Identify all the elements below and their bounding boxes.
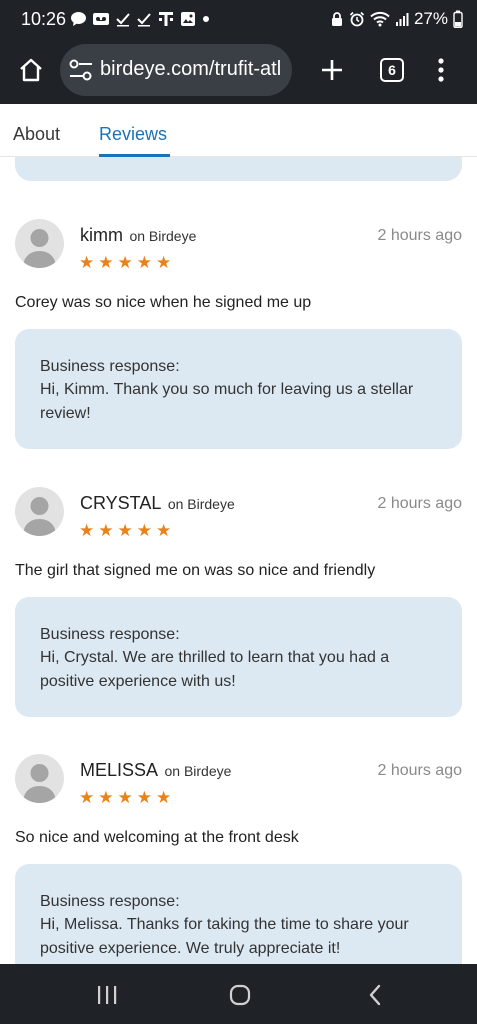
review-source: on Birdeye xyxy=(164,763,232,779)
t-mobile-icon xyxy=(157,10,175,28)
signal-icon xyxy=(395,11,409,27)
review-time: 2 hours ago xyxy=(377,227,462,244)
avatar xyxy=(15,219,64,268)
image-icon xyxy=(180,11,196,27)
back-button[interactable] xyxy=(360,980,390,1010)
new-tab-button[interactable] xyxy=(316,54,348,86)
home-circle-icon xyxy=(229,984,251,1006)
chat-bubble-icon xyxy=(70,11,87,27)
star-icon: ★ xyxy=(98,788,114,807)
check-icon xyxy=(115,11,131,27)
response-text: Hi, Melissa. Thanks for taking the time … xyxy=(40,916,409,957)
check-icon xyxy=(136,11,152,27)
url-text[interactable]: birdeye.com/trufit-atl xyxy=(100,58,281,81)
back-icon xyxy=(369,984,381,1006)
lock-icon xyxy=(330,11,344,27)
review-time: 2 hours ago xyxy=(377,762,462,779)
alarm-icon xyxy=(349,11,365,27)
star-icon: ★ xyxy=(98,253,114,272)
review-source: on Birdeye xyxy=(129,228,197,244)
star-icon: ★ xyxy=(117,521,133,540)
more-vert-icon xyxy=(438,58,444,82)
voicemail-icon xyxy=(92,11,110,27)
response-label: Business response: xyxy=(40,626,180,643)
review-source: on Birdeye xyxy=(167,496,235,512)
star-icon: ★ xyxy=(117,253,133,272)
star-icon: ★ xyxy=(156,788,172,807)
star-icon: ★ xyxy=(156,253,172,272)
site-settings-icon[interactable] xyxy=(68,58,94,82)
battery-icon xyxy=(453,10,463,28)
home-button[interactable] xyxy=(14,53,48,87)
review-text: So nice and welcoming at the front desk xyxy=(15,829,299,846)
response-label: Business response: xyxy=(40,358,180,375)
reviewer-line: kimm on Birdeye xyxy=(80,225,196,246)
tab-switcher-button[interactable]: 6 xyxy=(380,58,404,82)
reviewer-name: CRYSTAL xyxy=(80,493,162,513)
wifi-icon xyxy=(370,11,390,27)
user-silhouette-icon xyxy=(23,764,56,803)
system-nav-bar xyxy=(0,964,477,1024)
business-response: Business response: Hi, Crystal. We are t… xyxy=(15,597,462,717)
reviewer-line: CRYSTAL on Birdeye xyxy=(80,493,235,514)
reviewer-name: MELISSA xyxy=(80,760,159,780)
star-rating: ★ ★ ★ ★ ★ xyxy=(79,522,171,540)
address-bar[interactable]: birdeye.com/trufit-atl xyxy=(60,44,292,96)
star-icon: ★ xyxy=(79,253,95,272)
avatar xyxy=(15,754,64,803)
response-text: Hi, Crystal. We are thrilled to learn th… xyxy=(40,649,390,690)
business-response: Business response: Hi, Melissa. Thanks f… xyxy=(15,864,462,964)
star-icon: ★ xyxy=(98,521,114,540)
star-icon: ★ xyxy=(117,788,133,807)
star-icon: ★ xyxy=(136,521,152,540)
dot-icon xyxy=(201,14,211,24)
star-rating: ★ ★ ★ ★ ★ xyxy=(79,789,171,807)
status-bar: 10:26 27% xyxy=(0,0,477,38)
response-label: Business response: xyxy=(40,893,180,910)
user-silhouette-icon xyxy=(23,497,56,536)
page-tabs: About Reviews xyxy=(0,104,477,157)
browser-toolbar: birdeye.com/trufit-atl 6 xyxy=(0,38,477,104)
user-silhouette-icon xyxy=(23,229,56,268)
reviews-list[interactable]: kimm on Birdeye 2 hours ago ★ ★ ★ ★ ★ Co… xyxy=(0,157,477,964)
business-response: Business response: Hi, Kimm. Thank you s… xyxy=(15,329,462,449)
review-time: 2 hours ago xyxy=(377,495,462,512)
tab-reviews[interactable]: Reviews xyxy=(99,124,167,145)
star-icon: ★ xyxy=(136,788,152,807)
review-text: The girl that signed me on was so nice a… xyxy=(15,562,376,579)
plus-icon xyxy=(322,60,342,80)
reviewer-name: kimm xyxy=(80,225,123,245)
system-icons: 27% xyxy=(330,9,463,29)
tab-about[interactable]: About xyxy=(13,124,60,145)
star-icon: ★ xyxy=(79,521,95,540)
previous-response-bubble xyxy=(15,157,462,181)
home-icon xyxy=(20,58,42,82)
avatar xyxy=(15,487,64,536)
star-icon: ★ xyxy=(156,521,172,540)
recent-apps-icon xyxy=(98,986,117,1004)
status-time: 10:26 xyxy=(21,9,67,29)
star-icon: ★ xyxy=(136,253,152,272)
star-rating: ★ ★ ★ ★ ★ xyxy=(79,254,171,272)
review-text: Corey was so nice when he signed me up xyxy=(15,294,312,311)
star-icon: ★ xyxy=(79,788,95,807)
recent-apps-button[interactable] xyxy=(92,980,122,1010)
reviewer-line: MELISSA on Birdeye xyxy=(80,760,231,781)
response-text: Hi, Kimm. Thank you so much for leaving … xyxy=(40,381,414,422)
notification-icons xyxy=(70,9,211,29)
overflow-menu-button[interactable] xyxy=(430,54,452,86)
home-nav-button[interactable] xyxy=(225,980,255,1010)
battery-percentage: 27% xyxy=(413,9,448,28)
